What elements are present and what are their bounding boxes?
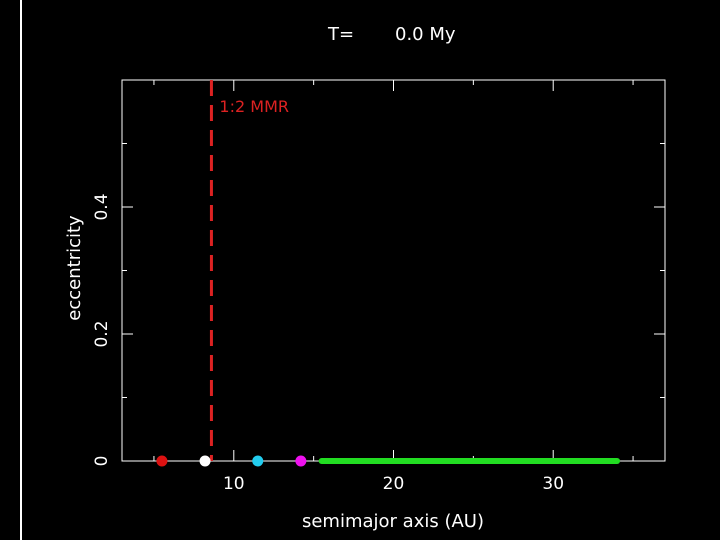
x-axis-label: semimajor axis (AU) <box>302 511 484 532</box>
planet-marker <box>252 455 264 467</box>
eccentricity-vs-semimajor-axis-chart: T= 0.0 My 10 20 30 0 0.2 0.4 1:2 MMR semimajo… <box>64 24 666 532</box>
y-tick-label: 0.2 <box>92 320 112 347</box>
plot-page: T= 0.0 My 10 20 30 0 0.2 0.4 1:2 MMR semimajo… <box>0 0 720 540</box>
plot-frame <box>121 79 666 462</box>
x-tick-label: 20 <box>383 474 405 494</box>
x-tick-label: 30 <box>542 474 564 494</box>
x-tick-label: 10 <box>223 474 245 494</box>
planet-marker <box>295 455 307 467</box>
planet-marker <box>199 455 211 467</box>
y-tick-label: 0.4 <box>92 193 112 220</box>
y-axis-label: eccentricity <box>64 215 85 321</box>
chart-title-label: T= <box>327 24 354 45</box>
y-tick-label: 0 <box>92 456 112 467</box>
mmr-label: 1:2 MMR <box>219 97 289 116</box>
axis-ticks <box>122 80 665 462</box>
mmr-annotation: 1:2 MMR <box>209 80 289 461</box>
axis-tick-labels: 10 20 30 0 0.2 0.4 <box>92 193 564 494</box>
chart-title-value: 0.0 My <box>395 24 456 45</box>
planet-marker <box>156 455 168 467</box>
